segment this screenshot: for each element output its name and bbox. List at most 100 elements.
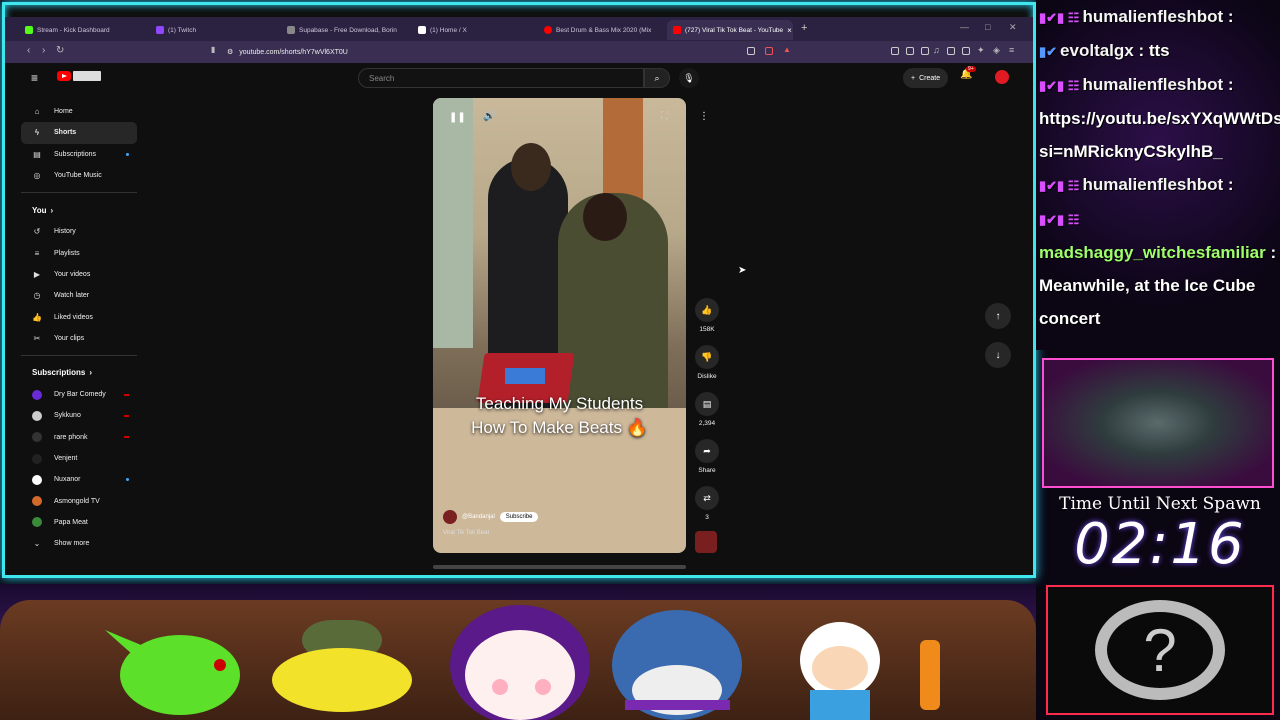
- reload-icon[interactable]: ↻: [56, 45, 64, 56]
- sound-thumbnail[interactable]: [695, 531, 717, 553]
- brave-shield-icon[interactable]: [765, 47, 773, 55]
- dislike-label: Dislike: [697, 373, 717, 380]
- next-short-button[interactable]: ↓: [985, 342, 1011, 368]
- pause-icon[interactable]: ❚❚: [449, 112, 466, 123]
- notifications-button[interactable]: 🔔 9+: [960, 66, 976, 80]
- sidebar-item-liked[interactable]: 👍 Liked videos: [21, 306, 137, 327]
- tab-supabase[interactable]: Supabase - Free Download, Borin: [281, 20, 407, 40]
- new-tab-button[interactable]: +: [801, 22, 807, 34]
- video-frame-content: [511, 143, 551, 191]
- subscribe-button[interactable]: Subscribe: [499, 512, 539, 522]
- hamburger-menu-icon[interactable]: ≡: [31, 71, 38, 85]
- sidebar-item-music[interactable]: ◎ YouTube Music: [21, 165, 137, 186]
- shorts-video-player[interactable]: ❚❚ 🔊 ⛶ Teaching My Students How To Make B…: [433, 98, 686, 553]
- rewards-icon[interactable]: ▲: [783, 45, 791, 54]
- sidebar-item-your-videos[interactable]: ▶ Your videos: [21, 264, 137, 285]
- share-button[interactable]: ➦ Share: [693, 439, 721, 474]
- music-extension-icon[interactable]: ♫: [933, 45, 940, 55]
- close-window-icon[interactable]: ✕: [1009, 22, 1017, 33]
- back-icon[interactable]: ‹: [27, 45, 30, 56]
- tab-label: Best Drum & Bass Mix 2020 (Mix: [556, 26, 652, 34]
- previous-short-button[interactable]: ↑: [985, 303, 1011, 329]
- subscriptions-icon: ▤: [33, 149, 41, 159]
- you-section-header[interactable]: You ›: [21, 199, 137, 221]
- account-avatar[interactable]: [995, 70, 1009, 84]
- wallet-icon[interactable]: [962, 47, 970, 55]
- remix-button[interactable]: ⇄ 3: [693, 486, 721, 521]
- minimize-icon[interactable]: —: [960, 22, 969, 32]
- voice-search-button[interactable]: 🎙: [679, 68, 699, 88]
- spawn-preview-box: [1042, 358, 1274, 488]
- channel-avatar: [32, 453, 42, 464]
- sidebar-item-playlists[interactable]: ≡ Playlists: [21, 242, 137, 263]
- vpn-icon[interactable]: ◈: [993, 45, 1000, 56]
- extension-icon[interactable]: [921, 47, 929, 55]
- sidebar-item-subscriptions[interactable]: ▤ Subscriptions: [21, 144, 137, 165]
- tab-kick[interactable]: Stream - Kick Dashboard: [19, 20, 145, 40]
- tab-x[interactable]: (1) Home / X: [412, 20, 538, 40]
- chat-message: ▮✔ evoltalgx : tts: [1036, 34, 1280, 68]
- sidebar-item-history[interactable]: ↺ History: [21, 221, 137, 242]
- video-progress-bar[interactable]: [433, 565, 686, 569]
- show-more-button[interactable]: ⌄ Show more: [21, 533, 137, 554]
- music-icon: ◎: [33, 171, 41, 181]
- menu-icon[interactable]: ≡: [1009, 45, 1014, 55]
- comments-button[interactable]: ▤ 2,394: [693, 392, 721, 427]
- sidebar-item-label: Asmongold TV: [54, 497, 100, 505]
- like-button[interactable]: 👍 158K: [693, 298, 721, 333]
- chat-text: si=nMRicknyCSkylhB_: [1039, 142, 1223, 161]
- watch-later-icon: ◷: [33, 291, 41, 301]
- extension-icon[interactable]: [891, 47, 899, 55]
- thumbs-up-icon: 👍: [695, 298, 719, 322]
- volume-icon[interactable]: 🔊: [483, 111, 495, 122]
- maximize-icon[interactable]: □: [985, 22, 990, 32]
- chat-username: madshaggy_witchesfamiliar: [1039, 243, 1266, 262]
- close-tab-icon[interactable]: ×: [787, 26, 792, 35]
- tab-drum-bass[interactable]: Best Drum & Bass Mix 2020 (Mix: [538, 20, 664, 40]
- sidebar-sub-papa-meat[interactable]: Papa Meat: [21, 512, 137, 533]
- sidebar-sub-sykkuno[interactable]: Sykkuno: [21, 405, 137, 426]
- sidebar-sub-venjent[interactable]: Venjent: [21, 448, 137, 469]
- video-title[interactable]: Viral Tik Tok Beat: [443, 530, 489, 536]
- chat-text: https://youtu.be/sxYXqWWtDs0?: [1039, 109, 1280, 128]
- sidebar-sub-nuxanor[interactable]: Nuxanor: [21, 469, 137, 490]
- url-field[interactable]: ⚙ youtube.com/shorts/hY7wVl6XT0U: [227, 44, 767, 60]
- sidebar-item-home[interactable]: ⌂ Home: [21, 101, 137, 122]
- sidebar-sub-asmongold[interactable]: Asmongold TV: [21, 490, 137, 511]
- tab-label: (1) Home / X: [430, 26, 467, 34]
- leo-icon[interactable]: ✦: [977, 45, 985, 56]
- tab-label: (1) Twitch: [168, 26, 197, 34]
- sidebar-item-watch-later[interactable]: ◷ Watch later: [21, 285, 137, 306]
- dislike-button[interactable]: 👎 Dislike: [693, 345, 721, 380]
- bookmark-icon[interactable]: ▮: [211, 45, 215, 54]
- character-lineup-overlay: [0, 584, 1036, 720]
- cast-icon[interactable]: [747, 47, 755, 55]
- subscriptions-section-header[interactable]: Subscriptions ›: [21, 362, 137, 384]
- channel-avatar[interactable]: [443, 510, 457, 524]
- search-input[interactable]: Search: [358, 68, 644, 88]
- sidebar-item-shorts[interactable]: ϟ Shorts: [21, 122, 137, 144]
- sidebar-item-clips[interactable]: ✂ Your clips: [21, 328, 137, 349]
- tab-label: Supabase - Free Download, Borin: [299, 26, 397, 34]
- sidebar-icon[interactable]: [947, 47, 955, 55]
- extension-icon[interactable]: [906, 47, 914, 55]
- tab-twitch[interactable]: (1) Twitch: [150, 20, 276, 40]
- create-button[interactable]: + Create: [903, 68, 949, 88]
- channel-name[interactable]: @Bandanjal: [462, 514, 495, 520]
- chat-message: Meanwhile, at the Ice Cube: [1036, 269, 1280, 302]
- chat-separator: :: [1223, 175, 1234, 194]
- fullscreen-icon[interactable]: ⛶: [661, 111, 668, 122]
- chat-message: https://youtu.be/sxYXqWWtDs0?: [1036, 102, 1280, 135]
- tab-viral-beat[interactable]: (727) Viral Tik Tok Beat - YouTube ×: [667, 20, 793, 40]
- site-info-icon[interactable]: ⚙: [227, 48, 233, 56]
- sidebar-sub-dry-bar[interactable]: Dry Bar Comedy: [21, 384, 137, 405]
- forward-icon[interactable]: ›: [42, 45, 45, 56]
- x-icon: [418, 26, 426, 34]
- channel-avatar: [32, 432, 42, 443]
- search-button[interactable]: ⌕: [644, 68, 670, 88]
- more-options-icon[interactable]: ⋮: [699, 111, 709, 122]
- youtube-logo[interactable]: [57, 71, 101, 81]
- caption-line: How To Make Beats 🔥: [471, 418, 648, 437]
- sidebar-sub-rare-phonk[interactable]: rare phonk: [21, 427, 137, 448]
- chat-badges-icon: ▮✔▮ ☷: [1039, 78, 1080, 93]
